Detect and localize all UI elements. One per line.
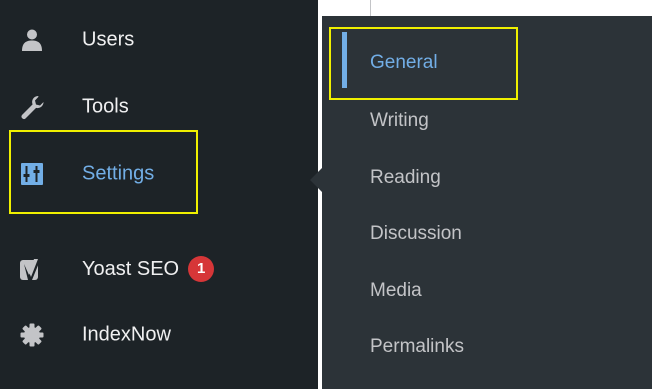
menu-item-indexnow[interactable]: IndexNow xyxy=(0,311,318,359)
content-divider xyxy=(370,0,371,16)
settings-submenu: General Writing Reading Discussion Media… xyxy=(322,16,652,389)
yoast-seo-text: Yoast SEO xyxy=(82,257,180,280)
page-content-edge xyxy=(318,0,652,16)
submenu-item-media[interactable]: Media xyxy=(322,266,652,316)
menu-item-yoast-seo[interactable]: Yoast SEO 1 xyxy=(0,245,318,293)
submenu-label-general: General xyxy=(370,52,438,73)
menu-label-yoast-seo: Yoast SEO 1 xyxy=(82,256,215,282)
submenu-label-discussion: Discussion xyxy=(370,223,462,244)
wrench-icon xyxy=(18,93,46,121)
submenu-label-writing: Writing xyxy=(370,110,429,131)
submenu-item-writing[interactable]: Writing xyxy=(322,96,652,146)
menu-item-users[interactable]: Users xyxy=(0,16,318,64)
submenu-pointer xyxy=(310,168,322,192)
menu-label-settings: Settings xyxy=(82,162,155,185)
users-icon xyxy=(18,26,46,54)
menu-item-tools[interactable]: Tools xyxy=(0,83,318,131)
submenu-item-reading[interactable]: Reading xyxy=(322,153,652,203)
submenu-item-permalinks[interactable]: Permalinks xyxy=(322,322,652,372)
submenu-label-reading: Reading xyxy=(370,167,441,188)
settings-sliders-icon xyxy=(18,160,46,188)
menu-item-settings[interactable]: Settings xyxy=(0,150,318,198)
menu-label-indexnow: IndexNow xyxy=(82,323,171,346)
submenu-item-general[interactable]: General xyxy=(322,38,652,88)
menu-label-tools: Tools xyxy=(82,95,129,118)
admin-sidebar-menu: Users Tools Settings Yoast SEO 1 IndexNo… xyxy=(0,0,318,389)
menu-label-users: Users xyxy=(82,28,135,51)
submenu-item-discussion[interactable]: Discussion xyxy=(322,209,652,259)
gear-icon xyxy=(18,321,46,349)
submenu-label-media: Media xyxy=(370,280,422,301)
submenu-label-permalinks: Permalinks xyxy=(370,336,464,357)
yoast-icon xyxy=(18,255,46,283)
notification-badge: 1 xyxy=(188,256,215,282)
